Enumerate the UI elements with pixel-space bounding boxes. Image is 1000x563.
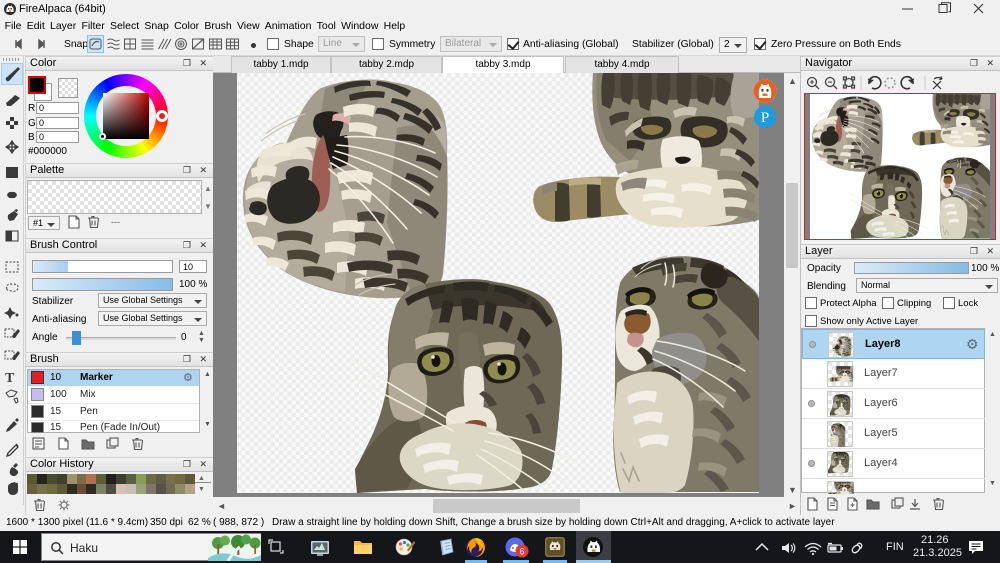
- svg-text:P: P: [761, 110, 769, 126]
- svg-text:T: T: [5, 371, 15, 386]
- svg-text:6: 6: [519, 547, 524, 557]
- svg-text:---: ---: [111, 217, 120, 227]
